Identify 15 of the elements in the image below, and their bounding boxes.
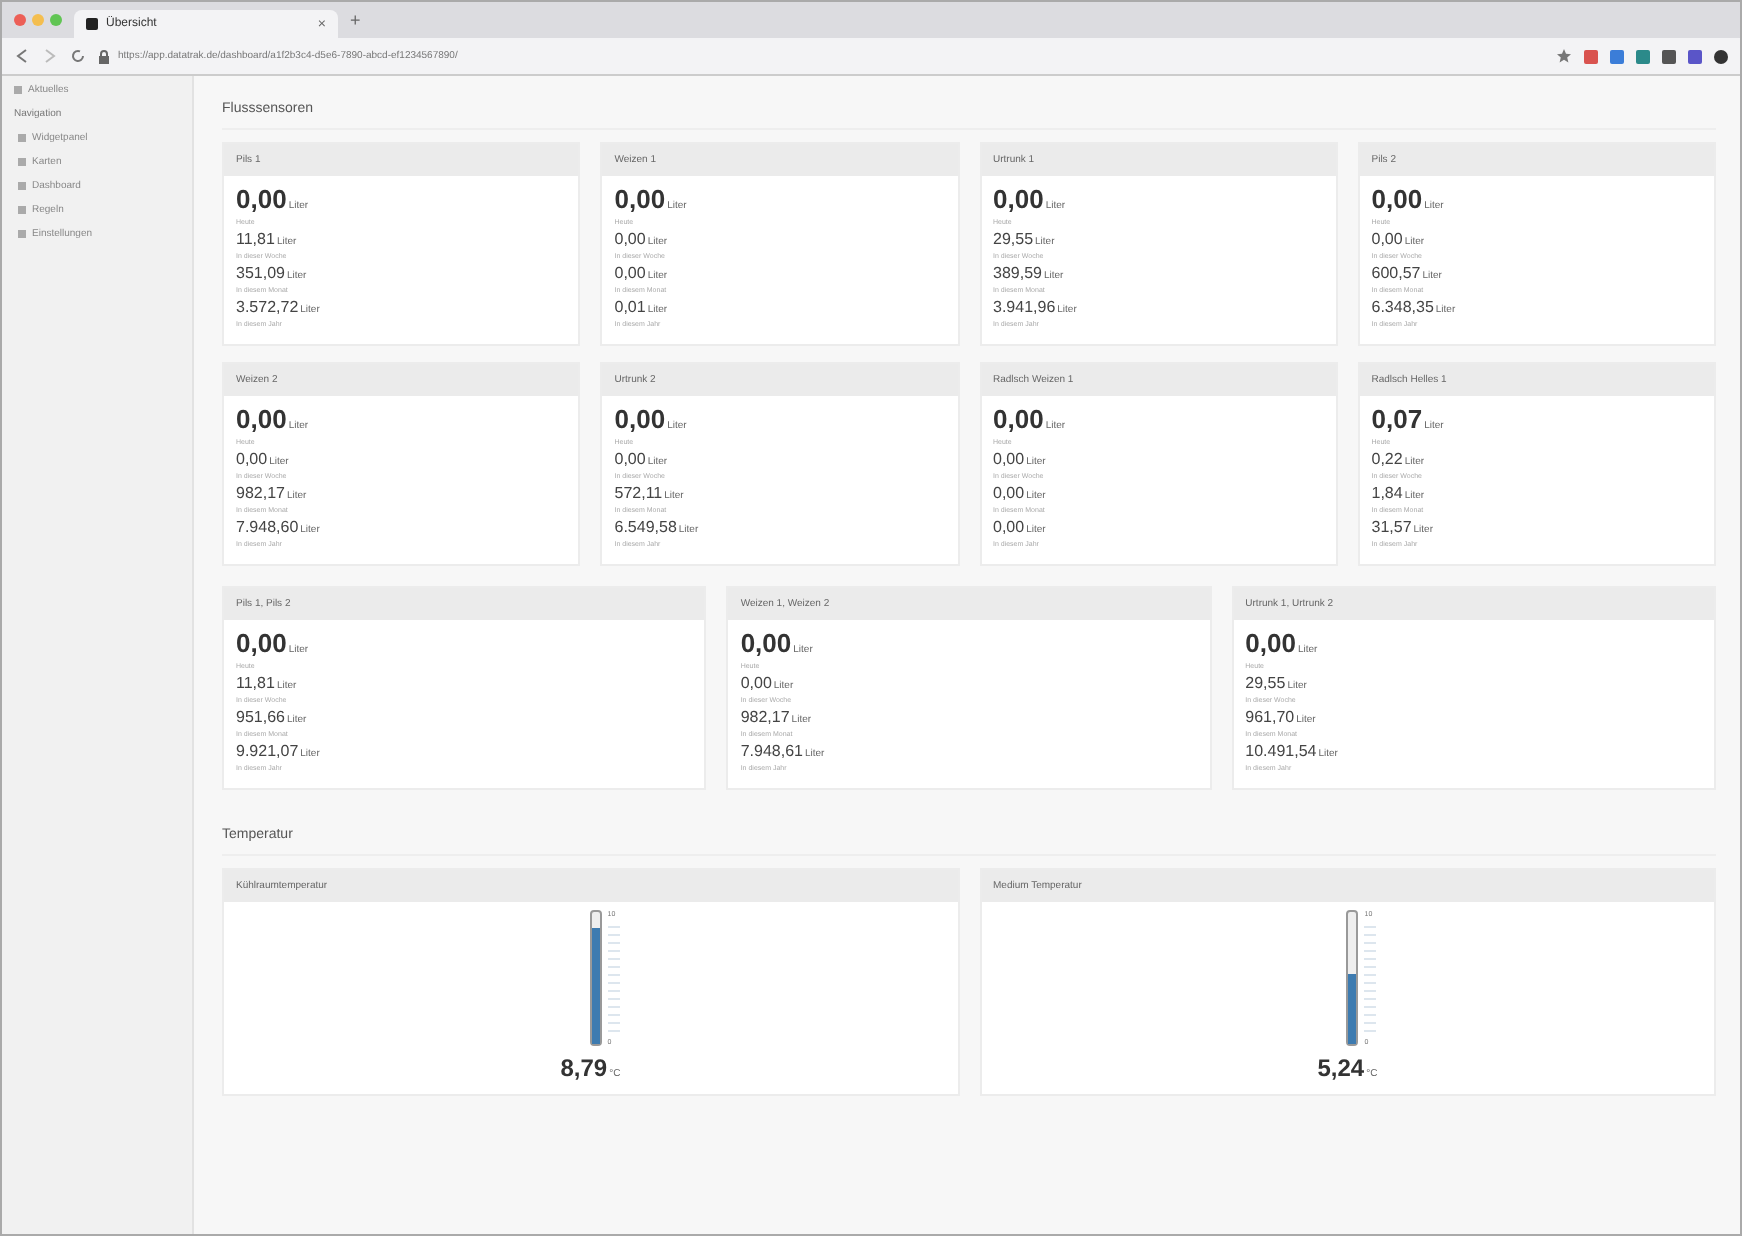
star-icon[interactable] xyxy=(1556,48,1572,64)
menu-icon xyxy=(18,182,26,190)
new-tab-button[interactable]: + xyxy=(350,10,361,30)
lock-icon xyxy=(98,49,110,63)
profile-icon[interactable] xyxy=(1714,49,1728,63)
menu-icon xyxy=(18,206,26,214)
app-icon xyxy=(86,18,98,30)
scale-ticks xyxy=(607,920,620,1036)
back-icon[interactable] xyxy=(14,48,30,64)
scale-ticks xyxy=(1364,920,1377,1036)
list-icon xyxy=(14,86,22,94)
menu-icon xyxy=(18,134,26,142)
menu-icon xyxy=(18,230,26,238)
reload-icon[interactable] xyxy=(70,48,86,64)
menu-icon xyxy=(18,158,26,166)
